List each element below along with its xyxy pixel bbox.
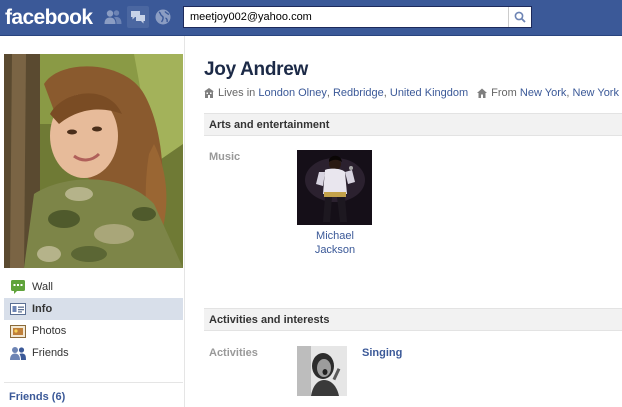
sidebar-item-photos[interactable]: Photos <box>4 320 183 342</box>
photos-icon <box>10 323 26 339</box>
search-input[interactable] <box>184 7 516 27</box>
sidebar-item-info[interactable]: Info <box>4 298 183 320</box>
profile-picture[interactable] <box>4 54 183 268</box>
section-title: Arts and entertainment <box>209 119 330 131</box>
michael-jackson-thumbnail[interactable] <box>297 150 372 225</box>
lives-country-link[interactable]: United Kingdom <box>390 87 468 99</box>
sidebar-item-label: Friends <box>32 347 69 359</box>
profile-name: Joy Andrew <box>204 59 308 80</box>
home-building-icon <box>204 88 214 98</box>
music-label: Music <box>209 151 241 163</box>
caption-line: Jackson <box>314 244 356 256</box>
messages-icon[interactable] <box>127 6 149 28</box>
friends-icon <box>10 345 26 361</box>
lives-region-link[interactable]: Redbridge <box>333 87 384 99</box>
from-region-link[interactable]: New York <box>573 87 619 99</box>
sidebar-item-label: Photos <box>32 325 67 337</box>
from-prefix: From <box>491 87 517 99</box>
singing-thumbnail[interactable] <box>297 346 347 396</box>
search-button[interactable] <box>508 7 531 27</box>
section-header-arts: Arts and entertainment <box>204 113 622 136</box>
lives-city-link[interactable]: London Olney <box>258 87 327 99</box>
profile-nav: Wall Info Photos Friends <box>4 276 183 364</box>
info-icon <box>10 301 26 317</box>
singing-link[interactable]: Singing <box>362 347 402 359</box>
section-header-activities: Activities and interests <box>204 308 622 331</box>
music-item-caption[interactable]: Michael Jackson <box>295 229 375 257</box>
left-column: Wall Info Photos Friends Friends (6) <box>0 36 185 407</box>
search-box[interactable] <box>183 6 532 28</box>
notifications-globe-icon[interactable] <box>152 6 174 28</box>
wall-icon <box>10 279 26 295</box>
friend-requests-icon[interactable] <box>102 6 124 28</box>
from-city-link[interactable]: New York <box>520 87 566 99</box>
separator: , <box>383 87 387 99</box>
main-content: Joy Andrew Lives in London Olney, Redbri… <box>185 36 622 407</box>
activities-label: Activities <box>209 347 258 359</box>
separator: , <box>566 87 570 99</box>
caption-line: Michael <box>316 230 354 242</box>
sidebar-item-label: Info <box>32 303 53 315</box>
friends-count-link[interactable]: Friends (6) <box>9 391 65 403</box>
search-icon <box>514 11 526 23</box>
home-icon <box>477 88 488 98</box>
lives-prefix: Lives in <box>218 87 256 99</box>
top-bar: facebook <box>0 0 622 36</box>
separator: , <box>326 87 330 99</box>
sidebar-item-label: Wall <box>32 281 53 293</box>
sidebar-item-friends[interactable]: Friends <box>4 342 183 364</box>
facebook-logo[interactable]: facebook <box>5 6 93 30</box>
section-title: Activities and interests <box>209 314 330 326</box>
divider <box>4 382 183 383</box>
sidebar-item-wall[interactable]: Wall <box>4 276 183 298</box>
profile-location-line: Lives in London Olney, Redbridge, United… <box>204 87 619 99</box>
